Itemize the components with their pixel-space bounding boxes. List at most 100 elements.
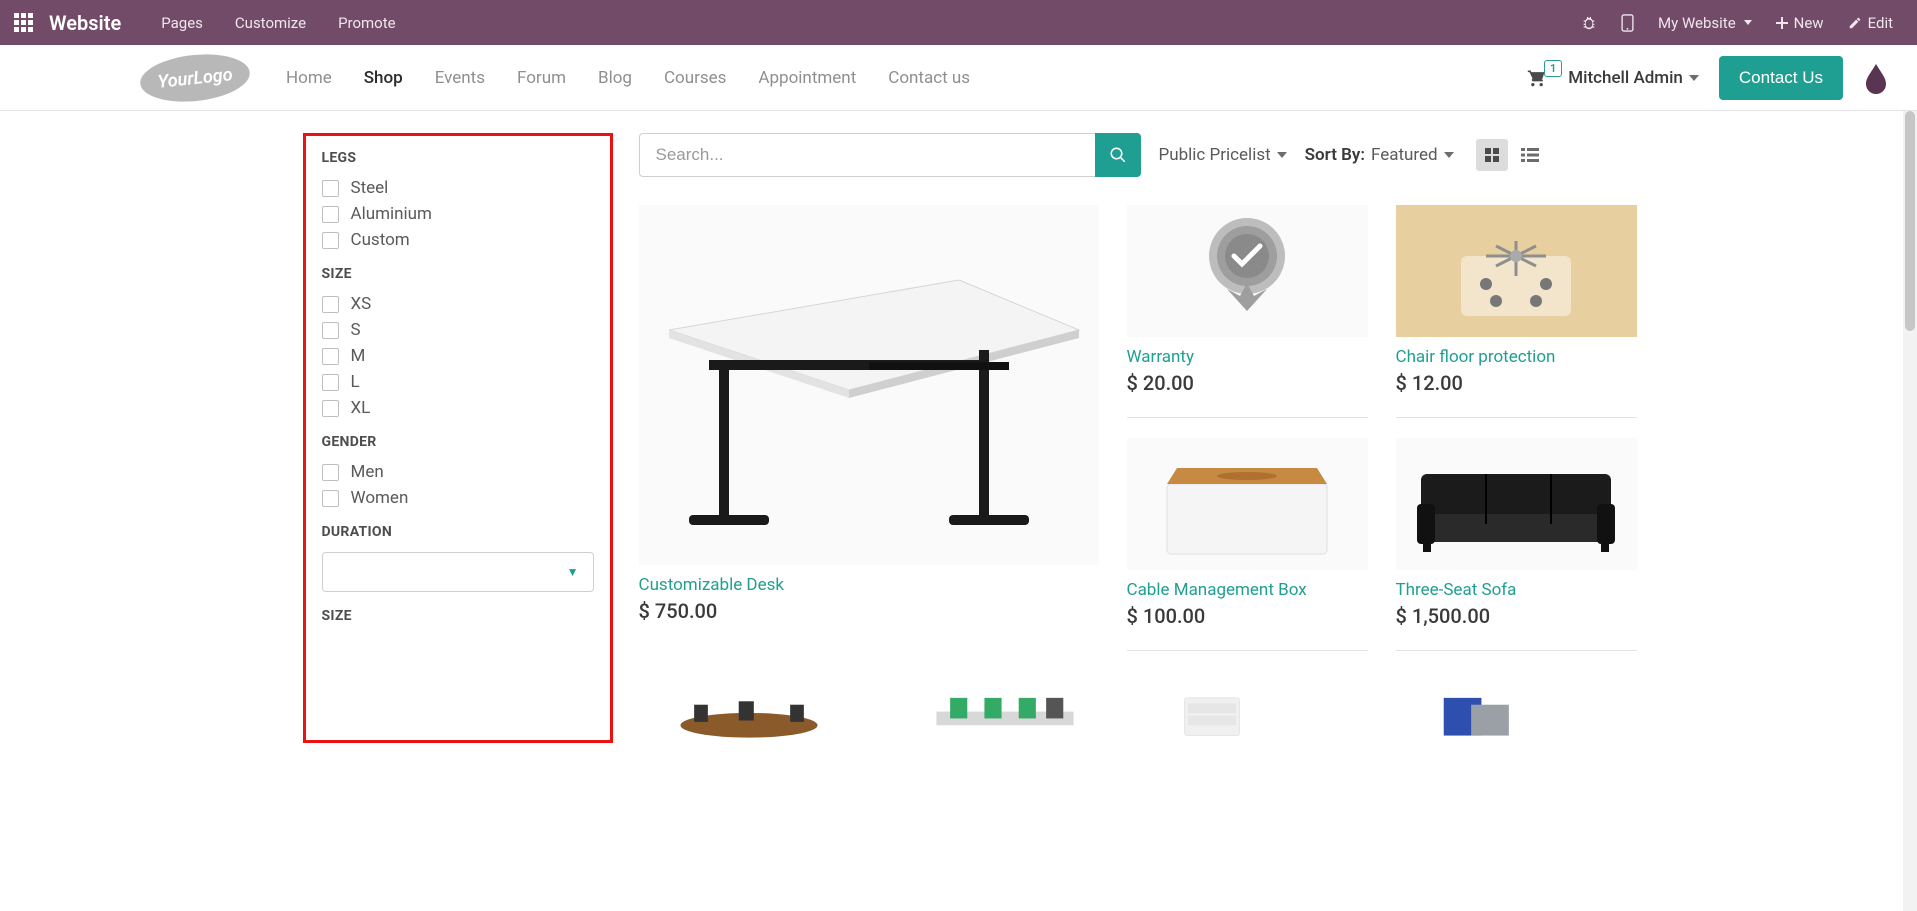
checkbox[interactable]: [322, 348, 339, 365]
checkbox[interactable]: [322, 374, 339, 391]
chevron-down-icon: [1689, 75, 1699, 81]
checkbox[interactable]: [322, 206, 339, 223]
filter-option[interactable]: Custom: [322, 230, 594, 250]
sort-dropdown[interactable]: Sort By: Featured: [1305, 145, 1454, 165]
filter-group-title: LEGS: [322, 150, 594, 166]
main: LEGS Steel Aluminium Custom SIZE XS S M …: [0, 111, 1917, 911]
content: Public Pricelist Sort By: Featured: [631, 133, 1665, 757]
app-name[interactable]: Website: [49, 11, 121, 35]
product-price: $ 750.00: [639, 599, 1099, 623]
edit-button-label: Edit: [1868, 14, 1893, 32]
list-view-button[interactable]: [1514, 139, 1546, 171]
nav-forum[interactable]: Forum: [511, 60, 572, 96]
site-nav: Home Shop Events Forum Blog Courses Appo…: [280, 60, 976, 96]
edit-button[interactable]: Edit: [1838, 0, 1903, 45]
new-button[interactable]: New: [1766, 0, 1834, 45]
search-input[interactable]: [639, 133, 1095, 177]
filter-group-title: SIZE: [322, 266, 594, 282]
pricelist-dropdown[interactable]: Public Pricelist: [1159, 145, 1287, 165]
nav-shop[interactable]: Shop: [358, 60, 409, 96]
product-row: [639, 691, 1637, 739]
apps-icon[interactable]: [14, 13, 33, 32]
product-image: [1408, 691, 1637, 739]
product-price: $ 12.00: [1396, 371, 1637, 395]
product-image: [1396, 205, 1637, 337]
filter-option[interactable]: XL: [322, 398, 594, 418]
mobile-icon[interactable]: [1611, 0, 1644, 45]
nav-events[interactable]: Events: [429, 60, 491, 96]
checkbox[interactable]: [322, 322, 339, 339]
product-card[interactable]: Warranty $ 20.00: [1127, 205, 1368, 395]
product-card[interactable]: [1408, 691, 1637, 739]
grid-view-button[interactable]: [1476, 139, 1508, 171]
contact-us-button[interactable]: Contact Us: [1719, 56, 1843, 100]
product-grid: Customizable Desk $ 750.00: [639, 205, 1637, 671]
product-price: $ 1,500.00: [1396, 604, 1637, 628]
website-switcher[interactable]: My Website: [1648, 0, 1762, 45]
sort-label: Sort By:: [1305, 145, 1365, 165]
product-title[interactable]: Three-Seat Sofa: [1396, 580, 1637, 600]
nav-blog[interactable]: Blog: [592, 60, 638, 96]
chevron-down-icon: [1744, 20, 1752, 25]
checkbox[interactable]: [322, 464, 339, 481]
nav-home[interactable]: Home: [280, 60, 338, 96]
website-switcher-label: My Website: [1658, 14, 1736, 32]
filter-sidebar: LEGS Steel Aluminium Custom SIZE XS S M …: [245, 133, 631, 757]
topnav-promote[interactable]: Promote: [322, 0, 412, 45]
product-image: [1152, 691, 1381, 739]
search-button[interactable]: [1095, 133, 1141, 177]
filter-group-title: SIZE: [322, 608, 594, 624]
checkbox[interactable]: [322, 490, 339, 507]
product-card[interactable]: [639, 691, 868, 739]
divider: [1396, 417, 1637, 418]
chevron-down-icon: [1277, 152, 1287, 158]
filter-option[interactable]: Steel: [322, 178, 594, 198]
nav-contact[interactable]: Contact us: [882, 60, 976, 96]
product-card[interactable]: [1152, 691, 1381, 739]
topnav-customize[interactable]: Customize: [219, 0, 322, 45]
checkbox[interactable]: [322, 180, 339, 197]
product-image: [1127, 438, 1368, 570]
cart-count-badge: 1: [1544, 60, 1562, 77]
product-image: [1396, 438, 1637, 570]
app-topbar: Website Pages Customize Promote My Websi…: [0, 0, 1917, 45]
product-card[interactable]: Chair floor protection $ 12.00: [1396, 205, 1637, 395]
checkbox[interactable]: [322, 400, 339, 417]
product-title[interactable]: Warranty: [1127, 347, 1368, 367]
product-title[interactable]: Cable Management Box: [1127, 580, 1368, 600]
topnav-pages[interactable]: Pages: [145, 0, 219, 45]
scrollbar[interactable]: [1903, 111, 1917, 911]
product-title[interactable]: Chair floor protection: [1396, 347, 1637, 367]
nav-appointment[interactable]: Appointment: [752, 60, 862, 96]
product-title[interactable]: Customizable Desk: [639, 575, 1099, 595]
filter-highlight-box: LEGS Steel Aluminium Custom SIZE XS S M …: [303, 133, 613, 743]
filter-option[interactable]: M: [322, 346, 594, 366]
filter-group-title: GENDER: [322, 434, 594, 450]
filter-option[interactable]: Women: [322, 488, 594, 508]
product-image: [639, 205, 1099, 565]
product-card[interactable]: [895, 691, 1124, 739]
filter-option[interactable]: S: [322, 320, 594, 340]
filter-group-title: DURATION: [322, 524, 594, 540]
product-price: $ 20.00: [1127, 371, 1368, 395]
user-name: Mitchell Admin: [1568, 68, 1683, 88]
filter-option[interactable]: L: [322, 372, 594, 392]
cart-button[interactable]: 1: [1526, 68, 1548, 88]
duration-select[interactable]: ▼: [322, 552, 594, 592]
checkbox[interactable]: [322, 232, 339, 249]
product-card[interactable]: Customizable Desk $ 750.00: [639, 205, 1099, 663]
checkbox[interactable]: [322, 296, 339, 313]
filter-option[interactable]: Men: [322, 462, 594, 482]
product-image: [895, 691, 1124, 739]
theme-drop-icon[interactable]: [1863, 62, 1889, 94]
site-header: YourLogo Home Shop Events Forum Blog Cou…: [0, 45, 1917, 111]
filter-option[interactable]: Aluminium: [322, 204, 594, 224]
user-dropdown[interactable]: Mitchell Admin: [1568, 68, 1699, 88]
filter-option[interactable]: XS: [322, 294, 594, 314]
nav-courses[interactable]: Courses: [658, 60, 732, 96]
product-card[interactable]: Three-Seat Sofa $ 1,500.00: [1396, 438, 1637, 628]
chevron-down-icon: ▼: [567, 565, 579, 579]
bug-icon[interactable]: [1571, 0, 1607, 45]
site-logo[interactable]: YourLogo: [140, 55, 250, 101]
product-card[interactable]: Cable Management Box $ 100.00: [1127, 438, 1368, 628]
